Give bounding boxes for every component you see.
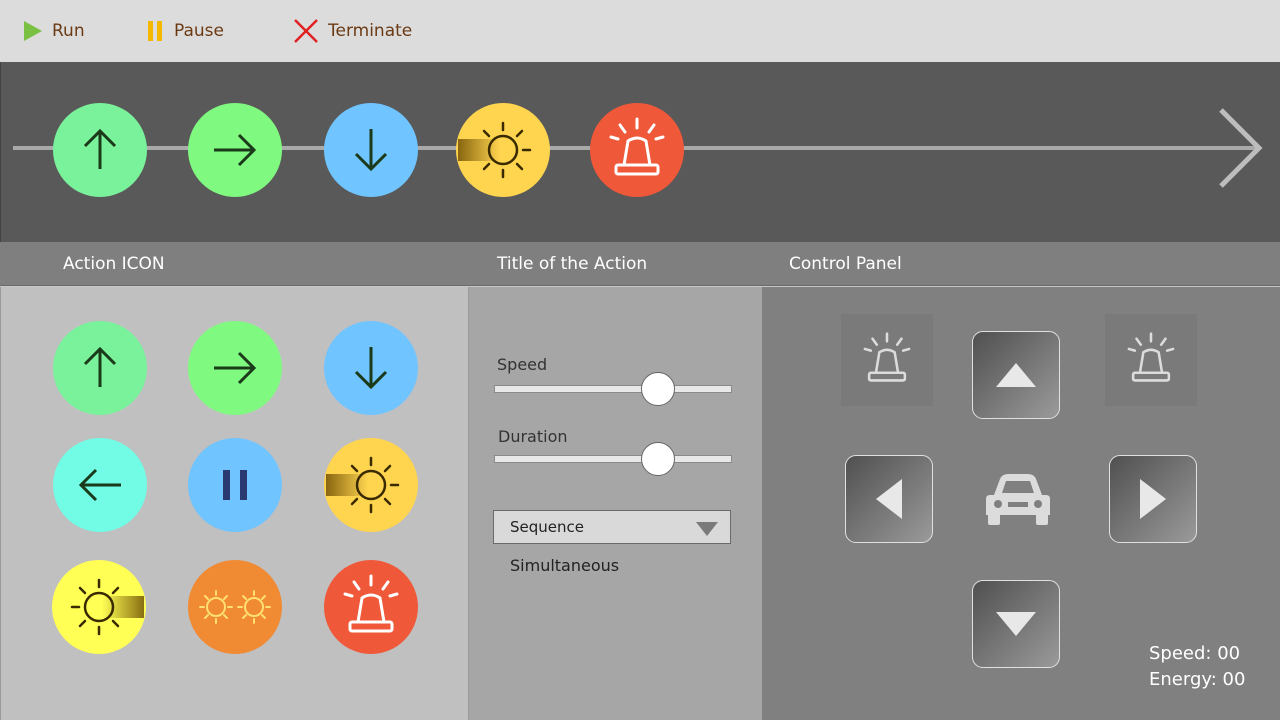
duration-label: Duration [498,427,568,446]
energy-readout: Energy: 00 [1149,669,1246,690]
palette-siren[interactable] [324,560,418,654]
duration-slider[interactable] [494,455,732,463]
toolbar: Run Pause Terminate [0,0,1280,62]
run-label: Run [52,21,85,41]
close-icon [294,19,318,43]
right-button[interactable] [1109,455,1197,543]
mode-option-simultaneous[interactable]: Simultaneous [510,556,619,575]
control-panel: Speed: 00 Energy: 00 [762,287,1280,720]
play-icon [24,21,42,41]
pause-icon [223,470,247,500]
left-triangle-icon [876,479,902,519]
action-timeline [0,62,1280,242]
pause-button[interactable]: Pause [146,0,224,62]
speed-slider[interactable] [494,385,732,393]
car-icon [986,474,1050,525]
chevron-down-icon [696,522,718,536]
arrow-right-icon [214,351,257,385]
pause-label: Pause [174,21,224,41]
control-panel-heading: Control Panel [789,254,902,274]
terminate-label: Terminate [328,21,413,41]
siren-icon [609,117,665,176]
duration-slider-thumb[interactable] [641,442,676,476]
palette-move-up[interactable] [53,321,147,415]
section-header: Action ICON Title of the Action Control … [0,242,1280,286]
siren-icon [343,574,399,633]
action-title-heading: Title of the Action [497,254,648,274]
palette-pause[interactable] [188,438,282,532]
timeline-arrow-icon [1219,108,1263,188]
headlight-right-icon [70,578,144,636]
siren-icon [1127,332,1175,382]
up-triangle-icon [996,363,1036,387]
palette-move-down[interactable] [324,321,418,415]
palette-move-right[interactable] [188,321,282,415]
arrow-left-icon [78,468,121,502]
timeline-item-siren[interactable] [590,103,684,197]
arrow-right-icon [214,133,257,167]
right-siren-button[interactable] [1105,314,1197,406]
up-button[interactable] [972,331,1060,419]
arrow-down-icon [354,347,388,390]
terminate-button[interactable]: Terminate [292,0,412,62]
arrow-down-icon [354,129,388,172]
timeline-item-move-right[interactable] [188,103,282,197]
headlight-icon [458,121,532,179]
mode-dropdown[interactable]: Sequence [493,510,731,544]
timeline-item-headlight[interactable] [456,103,550,197]
arrow-up-icon [83,128,117,169]
siren-icon [863,332,911,382]
pause-icon [148,21,162,41]
palette-headlight-right[interactable] [52,560,146,654]
headlight-icon [326,456,400,514]
arrow-up-icon [83,346,117,387]
speed-label: Speed [497,355,548,374]
down-button[interactable] [972,580,1060,668]
right-triangle-icon [1140,479,1166,519]
speed-slider-thumb[interactable] [641,372,676,406]
double-light-icon [199,590,271,624]
mode-selected-value: Sequence [510,518,584,536]
timeline-item-move-down[interactable] [324,103,418,197]
palette-headlight[interactable] [324,438,418,532]
timeline-item-move-up[interactable] [53,103,147,197]
left-button[interactable] [845,455,933,543]
action-icon-heading: Action ICON [63,254,165,274]
action-settings-panel: Speed Duration Sequence Simultaneous [469,287,762,720]
action-icon-palette [0,287,469,720]
left-siren-button[interactable] [841,314,933,406]
palette-double-light[interactable] [188,560,282,654]
run-button[interactable]: Run [22,0,85,62]
speed-readout: Speed: 00 [1149,643,1241,664]
palette-move-left[interactable] [53,438,147,532]
down-triangle-icon [996,612,1036,636]
car-indicator [980,465,1056,535]
